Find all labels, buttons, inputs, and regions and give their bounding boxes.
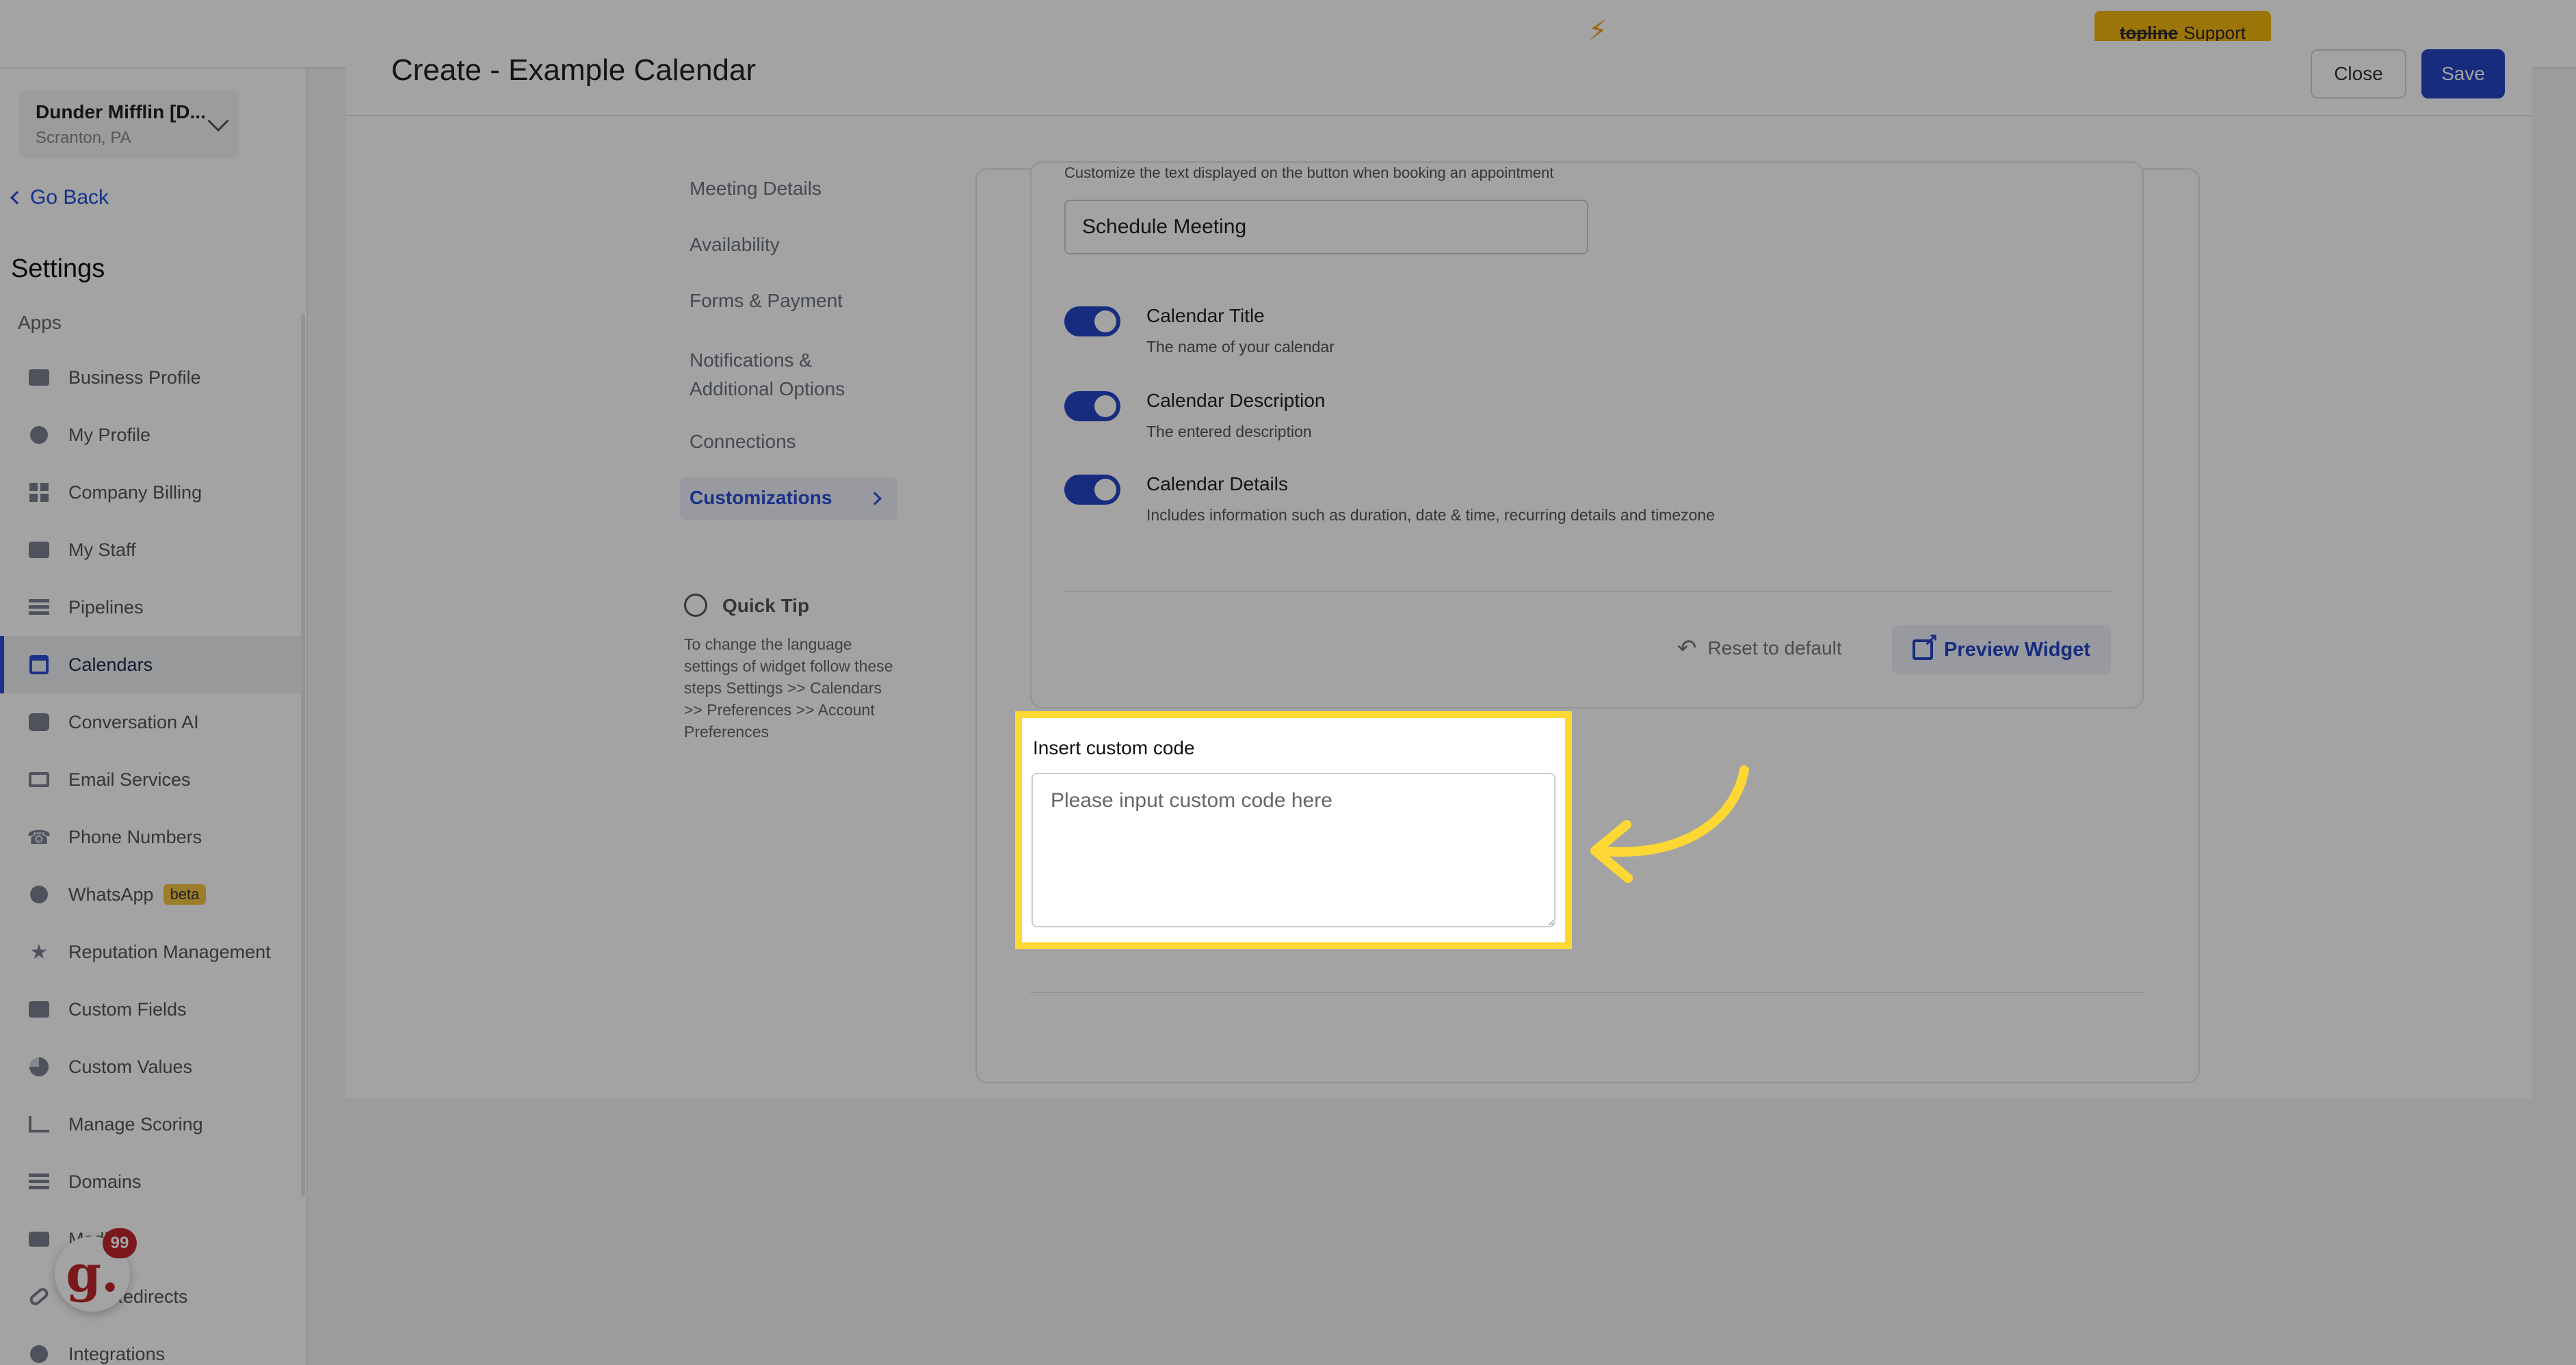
custom-code-label: Insert custom code — [1033, 737, 1195, 758]
annotation-arrow — [1590, 765, 1749, 883]
dim-overlay — [0, 0, 2576, 1365]
custom-code-textarea[interactable] — [1031, 773, 1555, 927]
